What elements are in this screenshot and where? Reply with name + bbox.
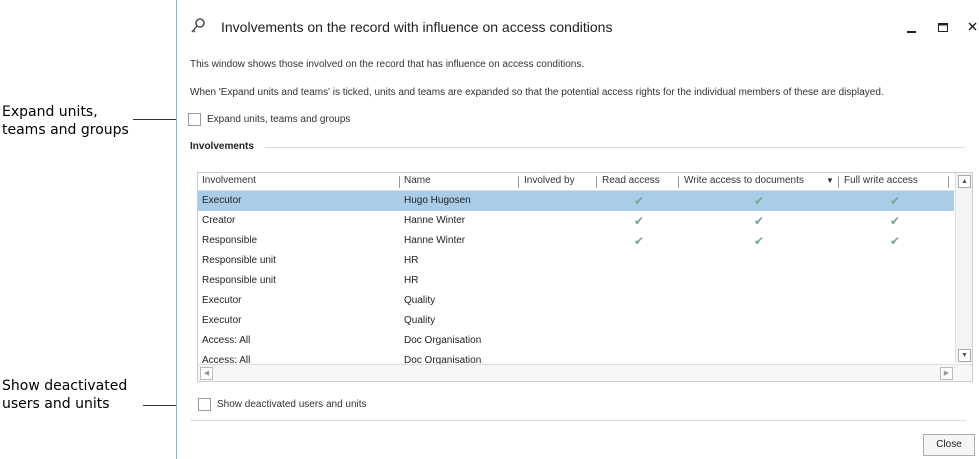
column-header-involved-by[interactable]: Involved by xyxy=(524,175,575,186)
cell-name: Hanne Winter xyxy=(404,215,466,226)
vertical-scrollbar[interactable]: ▲ ▼ xyxy=(955,173,972,363)
column-separator[interactable] xyxy=(596,176,597,188)
involvements-group-title: Involvements xyxy=(190,141,254,152)
cell-name: Doc Organisation xyxy=(404,335,482,346)
scroll-left-icon[interactable]: ◀ xyxy=(200,367,213,380)
cell-name: HR xyxy=(404,255,419,266)
column-header-involvement[interactable]: Involvement xyxy=(202,175,256,186)
callout-expand-line2: teams and groups xyxy=(2,122,129,138)
cell-name: Quality xyxy=(404,295,436,306)
table-row[interactable]: Creator Hanne Winter ✔ ✔ ✔ xyxy=(198,211,954,231)
callout-show-line1: Show deactivated xyxy=(2,378,128,394)
cell-involvement: Creator xyxy=(202,215,236,226)
cell-involvement: Executor xyxy=(202,195,242,206)
column-header-write-access-docs[interactable]: Write access to documents xyxy=(684,175,804,186)
show-deactivated-checkbox[interactable] xyxy=(198,398,211,411)
close-icon[interactable] xyxy=(963,16,979,36)
cell-involvement: Executor xyxy=(202,315,242,326)
checkmark-icon: ✔ xyxy=(890,214,901,228)
checkmark-icon: ✔ xyxy=(634,214,645,228)
table-row[interactable]: Responsible unit HR xyxy=(198,271,954,291)
scroll-up-icon[interactable]: ▲ xyxy=(958,175,971,188)
column-header-read-access[interactable]: Read access xyxy=(602,175,660,186)
cell-name: Hanne Winter xyxy=(404,235,466,246)
sort-down-icon[interactable]: ▼ xyxy=(826,176,834,185)
maximize-icon[interactable] xyxy=(932,16,954,36)
table-row[interactable]: Executor Hugo Hugosen ✔ ✔ ✔ xyxy=(198,191,954,211)
show-deactivated-label[interactable]: Show deactivated users and units xyxy=(217,399,367,410)
minimize-icon[interactable] xyxy=(900,16,922,36)
involvements-table: Involvement Name Involved by Read access… xyxy=(197,172,973,382)
checkmark-icon: ✔ xyxy=(890,234,901,248)
table-row[interactable]: Executor Quality xyxy=(198,291,954,311)
callout-expand: Expand units, teams and groups xyxy=(2,103,160,139)
expand-units-checkbox[interactable] xyxy=(188,113,201,126)
table-row[interactable]: Access: All Doc Organisation xyxy=(198,331,954,351)
checkmark-icon: ✔ xyxy=(890,194,901,208)
cell-name: HR xyxy=(404,275,419,286)
cell-involvement: Access: All xyxy=(202,335,251,346)
cell-involvement: Responsible xyxy=(202,235,258,246)
column-separator[interactable] xyxy=(678,176,679,188)
column-separator[interactable] xyxy=(838,176,839,188)
dialog-window: Involvements on the record with influenc… xyxy=(176,0,979,459)
scroll-right-icon[interactable]: ▶ xyxy=(940,367,953,380)
group-divider xyxy=(265,147,965,148)
window-title: Involvements on the record with influenc… xyxy=(221,19,613,35)
title-bar[interactable]: Involvements on the record with influenc… xyxy=(177,0,979,44)
cell-involvement: Executor xyxy=(202,295,242,306)
column-separator[interactable] xyxy=(948,176,949,188)
cell-name: Hugo Hugosen xyxy=(404,195,471,206)
expand-units-label[interactable]: Expand units, teams and groups xyxy=(207,114,350,125)
checkmark-icon: ✔ xyxy=(634,194,645,208)
cell-name: Quality xyxy=(404,315,436,326)
table-row[interactable]: Executor Quality xyxy=(198,311,954,331)
callout-show: Show deactivated users and units xyxy=(2,377,160,413)
group-bottom-divider xyxy=(190,420,966,421)
table-row[interactable]: Responsible Hanne Winter ✔ ✔ ✔ xyxy=(198,231,954,251)
checkmark-icon: ✔ xyxy=(754,214,765,228)
scroll-down-icon[interactable]: ▼ xyxy=(958,349,971,362)
callout-show-line2: users and units xyxy=(2,396,110,412)
description-line-2: When 'Expand units and teams' is ticked,… xyxy=(190,87,884,98)
cell-involvement: Responsible unit xyxy=(202,275,276,286)
close-button[interactable]: Close xyxy=(923,434,975,456)
column-header-name[interactable]: Name xyxy=(404,175,431,186)
column-header-full-write-access[interactable]: Full write access xyxy=(844,175,918,186)
key-icon xyxy=(189,17,207,40)
cell-involvement: Responsible unit xyxy=(202,255,276,266)
checkmark-icon: ✔ xyxy=(754,234,765,248)
column-separator[interactable] xyxy=(518,176,519,188)
checkmark-icon: ✔ xyxy=(634,234,645,248)
column-separator[interactable] xyxy=(399,176,400,188)
table-header: Involvement Name Involved by Read access… xyxy=(198,173,954,191)
table-row[interactable]: Responsible unit HR xyxy=(198,251,954,271)
horizontal-scrollbar[interactable]: ◀ ▶ xyxy=(198,364,972,381)
checkmark-icon: ✔ xyxy=(754,194,765,208)
description-line-1: This window shows those involved on the … xyxy=(190,59,585,70)
